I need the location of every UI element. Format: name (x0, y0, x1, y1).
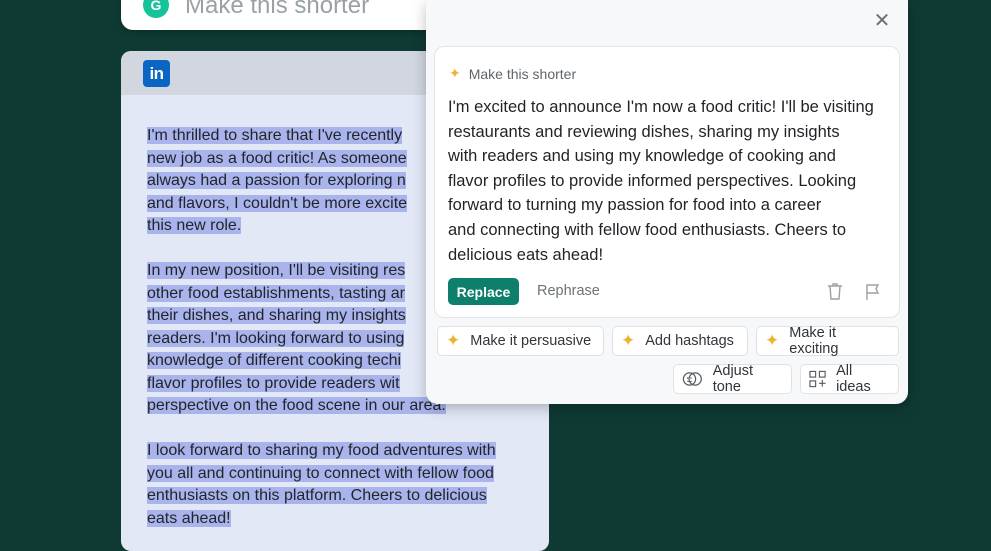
rewrite-text: I'm excited to announce I'm now a food c… (448, 98, 874, 264)
sparkle-icon: ✦ (621, 331, 636, 350)
all-ideas-button[interactable]: All ideas (800, 363, 899, 395)
sparkle-icon: ✦ (449, 65, 461, 81)
tone-faces-icon (682, 372, 702, 386)
make-it-persuasive-button[interactable]: ✦ Make it persuasive (437, 326, 604, 356)
add-hashtags-button[interactable]: ✦ Add hashtags (612, 326, 748, 356)
sparkle-icon: ✦ (765, 331, 780, 350)
replace-button[interactable]: Replace (448, 278, 519, 305)
post-paragraph: I look forward to sharing my food advent… (147, 442, 496, 527)
rewrite-card: ✦ Make this shorter I'm excited to annou… (434, 46, 900, 318)
trash-icon[interactable] (827, 282, 843, 300)
flag-icon[interactable] (865, 283, 881, 301)
grid-plus-icon (809, 370, 826, 388)
rephrase-button[interactable]: Rephrase (537, 283, 600, 299)
adjust-tone-button[interactable]: Adjust tone (673, 363, 792, 395)
linkedin-logo-icon: in (143, 60, 170, 87)
rewrite-header-label: Make this shorter (468, 65, 577, 82)
prompt-input[interactable]: Make this shorter (185, 0, 369, 20)
grammarly-logo-icon: G (143, 0, 169, 18)
close-icon[interactable]: ✕ (872, 11, 892, 31)
suggestion-panel: ✕ ✦ Make this shorter I'm excited to ann… (426, 0, 908, 404)
make-it-exciting-button[interactable]: ✦ Make it exciting (756, 325, 899, 357)
rewrite-header: ✦ Make this shorter (449, 65, 576, 82)
sparkle-icon: ✦ (446, 331, 461, 350)
